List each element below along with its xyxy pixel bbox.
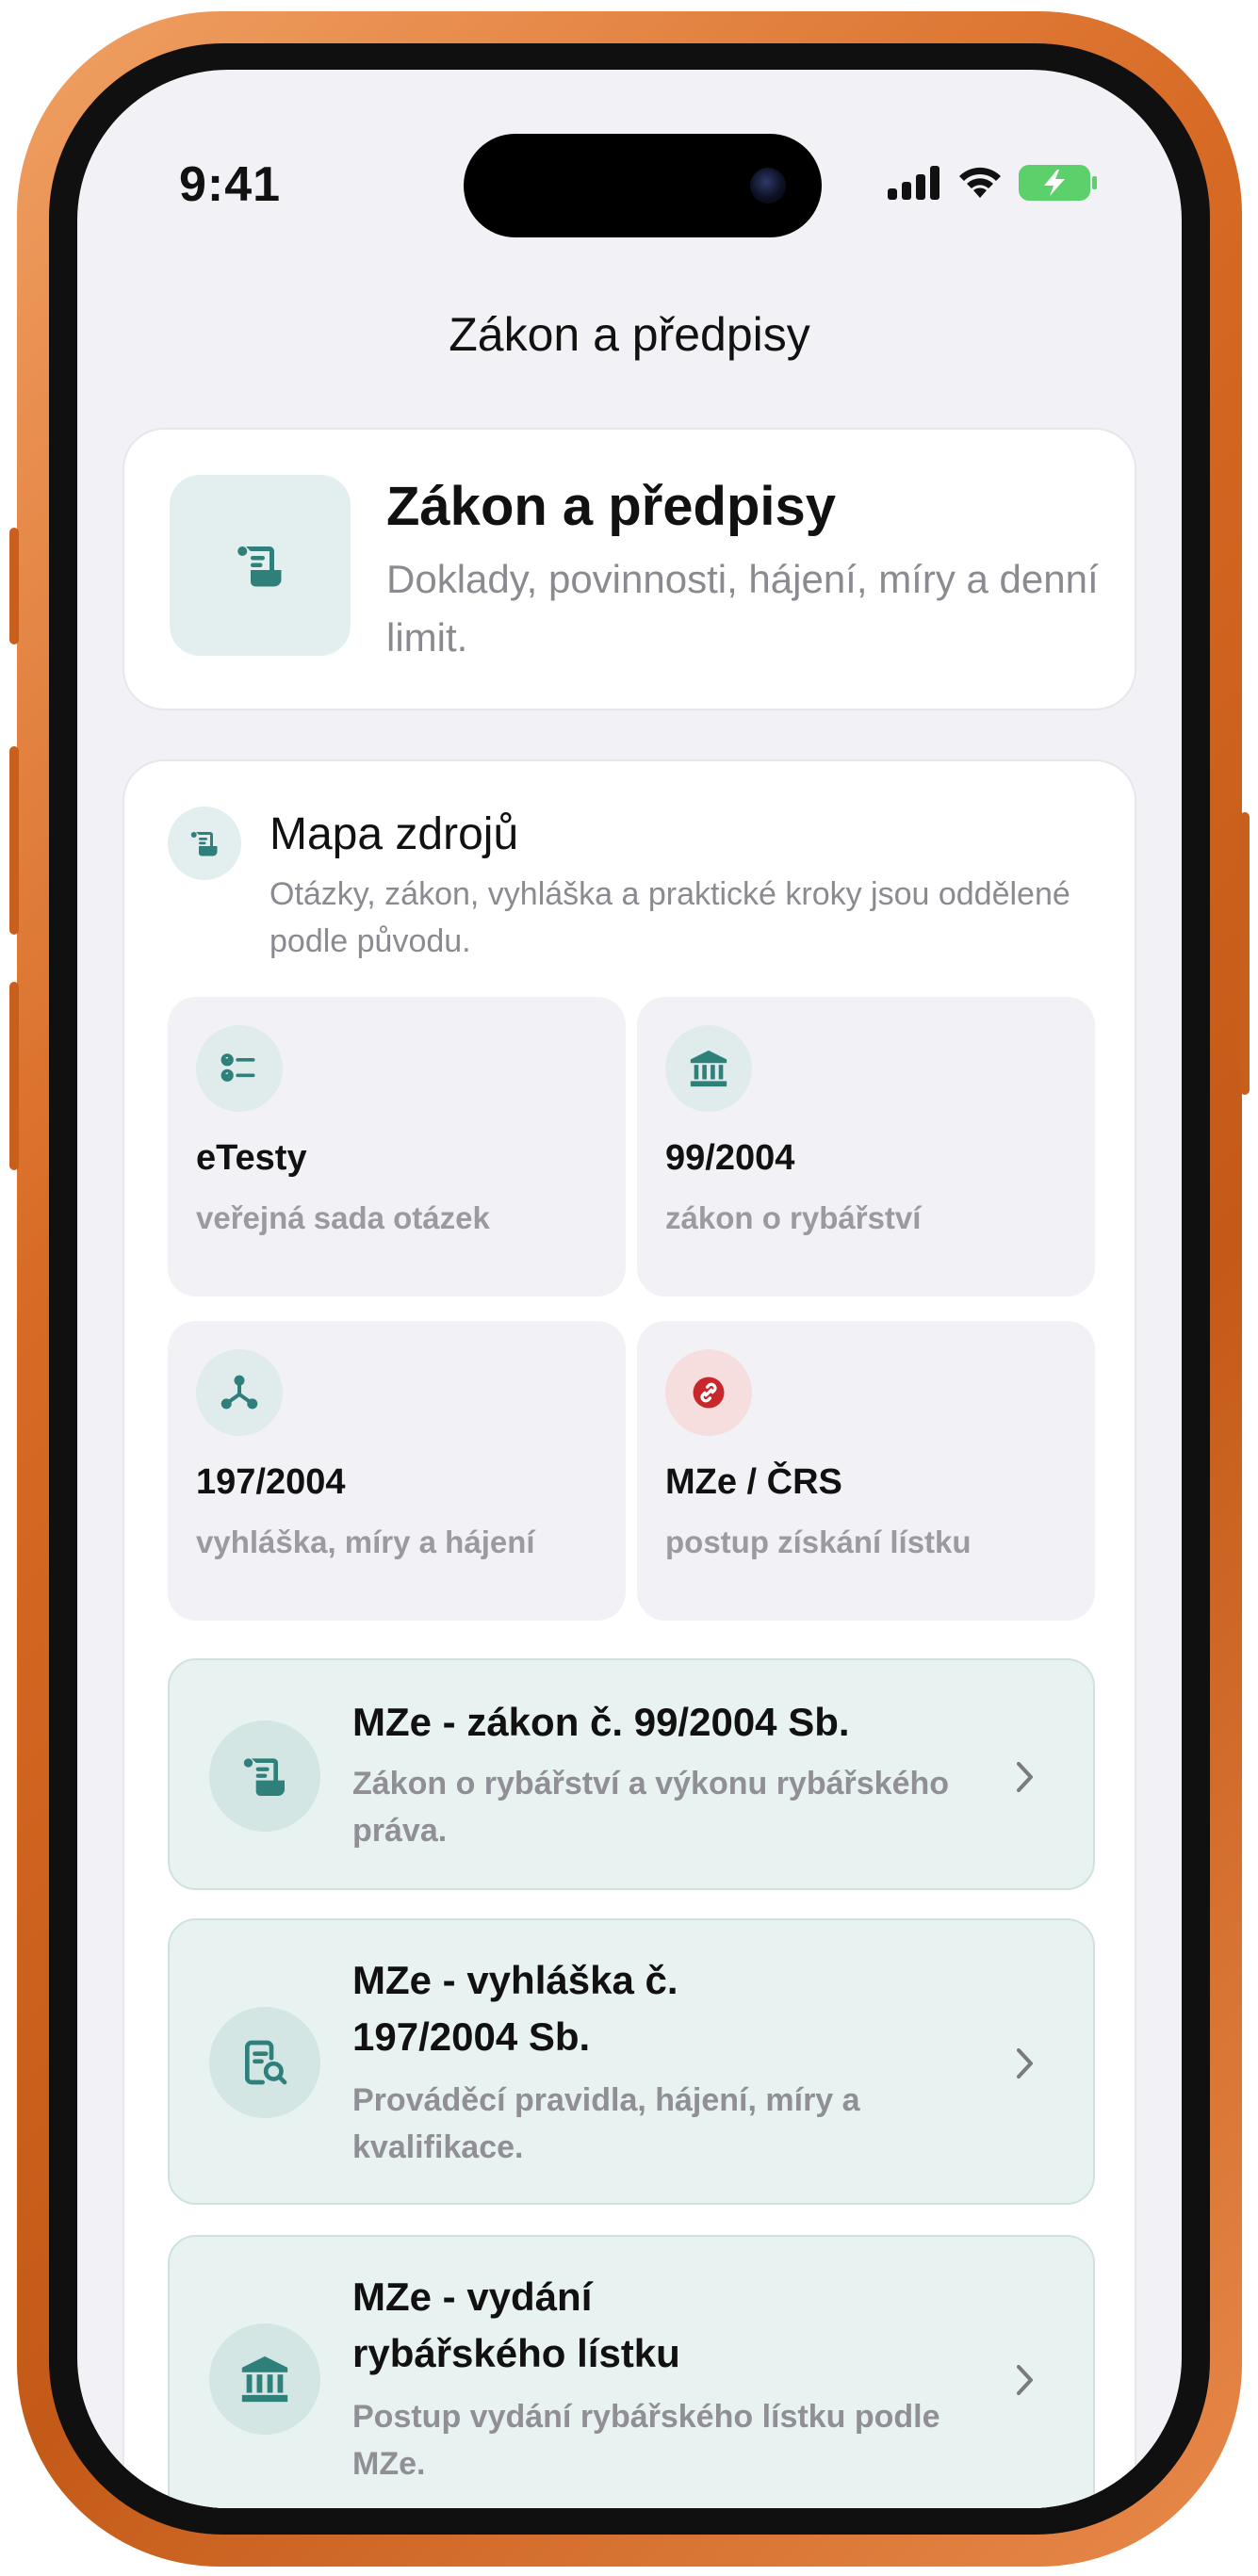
signal-icon [888, 166, 939, 200]
document-search-icon [245, 2040, 287, 2085]
tile-subtitle: zákon o rybářství [665, 1200, 922, 1235]
power-button [1240, 812, 1250, 1095]
link-icon-circle [209, 2007, 320, 2118]
link-fishing-license[interactable]: MZe - vydání rybářského lístku Postup vy… [168, 2235, 1095, 2508]
nodes-icon [221, 1375, 258, 1410]
action-button [9, 528, 19, 644]
bank-icon [241, 2356, 288, 2403]
link-subtitle: Zákon o rybářství a výkonu rybářského pr… [352, 1766, 950, 1849]
link-decree-197-2004[interactable]: MZe - vyhláška č. 197/2004 Sb. Prováděcí… [168, 1918, 1095, 2205]
tile-title: MZe / ČRS [665, 1462, 842, 1502]
map-icon-circle [168, 807, 241, 880]
volume-down-button [9, 982, 19, 1170]
tile-title: 197/2004 [196, 1462, 346, 1502]
phone-frame: 9:41 Zákon a předpisy Zákon a předpisy D… [9, 11, 1250, 2567]
tile-mze-crs[interactable]: MZe / ČRS postup získání lístku [637, 1321, 1095, 1621]
dynamic-island [464, 134, 822, 237]
link-title: MZe - zákon č. 99/2004 Sb. [352, 1700, 850, 1744]
sources-card: Mapa zdrojů Otázky, zákon, vyhláška a pr… [123, 759, 1136, 2508]
camera-icon [750, 168, 786, 204]
scroll-icon [243, 1758, 285, 1796]
link-icon-circle [209, 1720, 320, 1832]
phone-bezel: 9:41 Zákon a předpisy Zákon a předpisy D… [49, 43, 1210, 2535]
tile-icon-circle [665, 1349, 752, 1436]
link-icon [693, 1377, 725, 1409]
tile-subtitle: veřejná sada otázek [196, 1200, 490, 1235]
hero-title: Zákon a předpisy [386, 476, 837, 537]
link-subtitle: Prováděcí pravidla, hájení, míry a kvali… [352, 2082, 860, 2165]
tile-law-99-2004[interactable]: 99/2004 zákon o rybářství [637, 997, 1095, 1296]
hero-card: Zákon a předpisy Doklady, povinnosti, há… [123, 428, 1136, 710]
tile-icon-circle [196, 1349, 283, 1436]
status-time: 9:41 [179, 157, 282, 212]
sources-subtitle: Otázky, zákon, vyhláška a praktické krok… [270, 876, 1070, 959]
screen: 9:41 Zákon a předpisy Zákon a předpisy D… [77, 70, 1182, 2508]
hero-icon-box [170, 475, 351, 656]
tile-icon-circle [665, 1025, 752, 1112]
nav-title: Zákon a předpisy [449, 308, 810, 361]
battery-charging-icon [1019, 165, 1097, 201]
tile-decree-197-2004[interactable]: 197/2004 vyhláška, míry a hájení [168, 1321, 626, 1621]
tile-subtitle: vyhláška, míry a hájení [196, 1524, 535, 1559]
link-law-99-2004[interactable]: MZe - zákon č. 99/2004 Sb. Zákon o rybář… [168, 1658, 1095, 1890]
tile-subtitle: postup získání lístku [665, 1524, 972, 1559]
volume-up-button [9, 746, 19, 935]
chevron-right-icon [1006, 1758, 1044, 1796]
tile-title: eTesty [196, 1138, 307, 1178]
chevron-right-icon [1006, 2361, 1044, 2399]
link-title: MZe - vydání rybářského lístku [352, 2274, 680, 2375]
wifi-icon [959, 167, 1001, 198]
hero-subtitle: Doklady, povinnosti, hájení, míry a denn… [386, 557, 1099, 660]
scroll-icon [190, 832, 218, 856]
link-icon-circle [209, 2323, 320, 2435]
scroll-icon [237, 546, 282, 587]
link-title: MZe - vyhláška č. 197/2004 Sb. [352, 1958, 678, 2059]
chevron-right-icon [1006, 2045, 1044, 2082]
tile-etesty[interactable]: eTesty veřejná sada otázek [168, 997, 626, 1296]
link-subtitle: Postup vydání rybářského lístku podle MZ… [352, 2399, 940, 2482]
tile-title: 99/2004 [665, 1138, 795, 1178]
tile-icon-circle [196, 1025, 283, 1112]
checklist-icon [221, 1053, 255, 1082]
bank-icon [690, 1050, 727, 1087]
status-icons [888, 164, 1099, 202]
sources-title: Mapa zdrojů [270, 809, 519, 859]
